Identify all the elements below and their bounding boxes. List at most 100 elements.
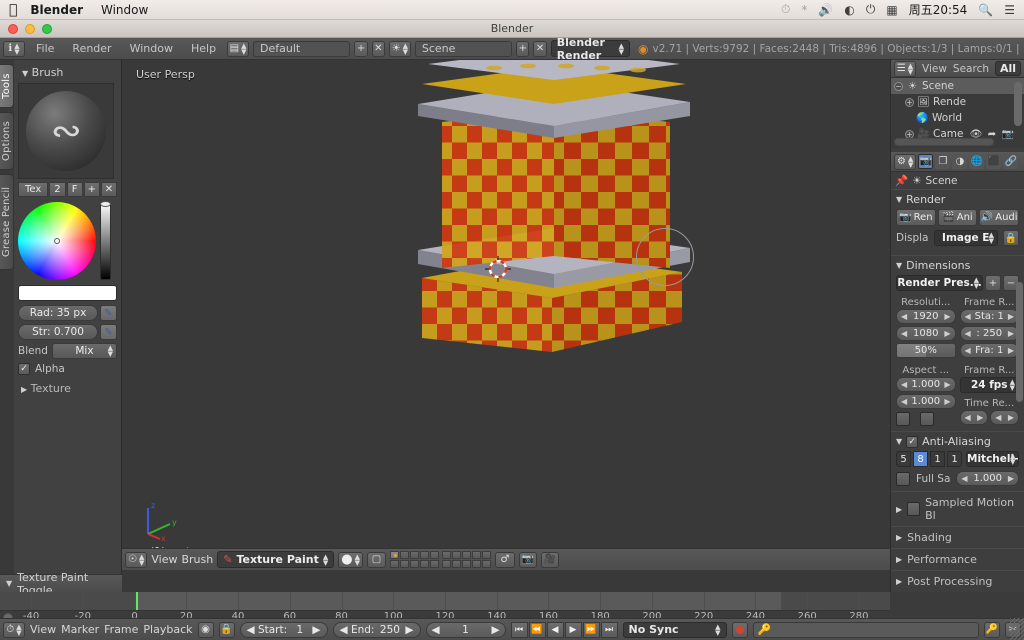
layer-cell[interactable] <box>390 560 400 568</box>
brush-name-button[interactable]: Tex <box>18 182 49 197</box>
shading-section[interactable]: ▶ Shading <box>891 526 1024 548</box>
layer-cell[interactable] <box>472 560 482 568</box>
camera-restrict-icon[interactable]: 📷 <box>1001 128 1014 140</box>
screen-layout-icon[interactable]: ▤ ▲ ▼ <box>227 40 250 57</box>
outliner-hscrollbar[interactable] <box>894 138 994 146</box>
frame-start-field[interactable]: ◀ Sta: 1 ▶ <box>959 309 1019 324</box>
antialiasing-checkbox[interactable]: ✓ <box>906 435 919 448</box>
border-checkbox[interactable] <box>896 412 910 426</box>
layer-cell[interactable] <box>442 560 452 568</box>
layer-cell[interactable] <box>472 551 482 559</box>
screen-layout-field[interactable]: Default <box>253 40 351 57</box>
mode-selector[interactable]: ✎ Texture Paint ▲ ▼ <box>217 551 335 568</box>
outliner-tree[interactable]: − ☀ Scene + 🖼 Rende 🌎 World + 🎥 Came 👁 ➦… <box>891 78 1024 148</box>
layer-cell[interactable] <box>420 551 430 559</box>
brush-radius-slider[interactable]: Rad: 35 px <box>18 305 98 321</box>
menu-help[interactable]: Help <box>184 42 223 55</box>
outliner-row-scene[interactable]: − ☀ Scene <box>891 78 1024 94</box>
resolution-x-field[interactable]: ◀ 1920 ▶ <box>896 309 956 324</box>
viewport-menu-brush[interactable]: Brush <box>181 553 213 566</box>
timeline-menu-marker[interactable]: Marker <box>61 623 99 636</box>
antialiasing-section-header[interactable]: ▼ ✓ Anti-Aliasing <box>891 432 1024 451</box>
properties-tab-render-layers[interactable]: ❐ <box>935 154 951 169</box>
apple-icon[interactable]:  <box>9 3 17 17</box>
render-icon[interactable]: 📷 <box>519 551 538 568</box>
brush-users-button[interactable]: 2 <box>49 182 66 197</box>
layer-cell[interactable] <box>430 551 440 559</box>
render-engine-selector[interactable]: Blender Render ▲ ▼ <box>550 36 631 62</box>
scene-layers[interactable] <box>390 551 492 568</box>
scene-name-field[interactable]: Scene <box>414 40 513 57</box>
toolshelf-tab-tools[interactable]: Tools <box>0 64 14 108</box>
properties-scrollbar[interactable] <box>1016 282 1023 402</box>
strength-pressure-icon[interactable]: ✎ <box>100 324 117 340</box>
post-processing-section[interactable]: ▶ Post Processing <box>891 570 1024 592</box>
frame-start-field[interactable]: ◀ Start: 1 ▶ <box>239 621 328 638</box>
brush-strength-slider[interactable]: Str: 0.700 <box>18 324 98 340</box>
render-preset-dropdown[interactable]: Render Pres... ▲ ▼ <box>896 275 983 291</box>
toolshelf-tab-options[interactable]: Options <box>0 112 14 170</box>
lock-icon[interactable]: 🔒 <box>1003 230 1019 246</box>
frame-step-field[interactable]: ◀ Fra: 1 ▶ <box>959 343 1019 358</box>
viewport-menu-view[interactable]: View <box>151 553 177 566</box>
layer-cell[interactable] <box>482 551 492 559</box>
layer-cell[interactable] <box>462 560 472 568</box>
layer-cell[interactable] <box>442 551 452 559</box>
full-sample-checkbox[interactable] <box>896 471 910 486</box>
play-reverse-icon[interactable]: ◀ <box>546 621 564 638</box>
layer-cell[interactable] <box>400 560 410 568</box>
brush-unlink-button[interactable]: ✕ <box>100 182 118 197</box>
outliner-menu-search[interactable]: Search <box>953 63 989 75</box>
menubar-item-window[interactable]: Window <box>101 3 148 17</box>
filter-size-field[interactable]: ◀ 1.000 ▶ <box>956 471 1019 486</box>
layer-cell[interactable] <box>482 560 492 568</box>
frame-end-field[interactable]: ◀ End: 250 ▶ <box>332 621 421 638</box>
aa-samples-5[interactable]: 5 <box>896 451 911 467</box>
resolution-percentage-field[interactable]: 50% <box>896 343 956 358</box>
color-swatch[interactable] <box>18 285 117 301</box>
layer-cell[interactable] <box>410 551 420 559</box>
framerate-dropdown[interactable]: 24 fps ▲ ▼ <box>959 377 1019 393</box>
time-remap-new-field[interactable]: ◀ ▶ <box>990 410 1019 425</box>
play-icon[interactable]: ▶ <box>564 621 582 638</box>
menu-render[interactable]: Render <box>65 42 118 55</box>
bluetooth-icon[interactable]: * <box>801 3 807 17</box>
expander-icon[interactable]: − <box>894 81 903 91</box>
scene-icon[interactable]: ☀ ▲ ▼ <box>388 40 411 57</box>
brush-panel-header[interactable]: ▼ Brush <box>18 64 117 83</box>
current-frame-field[interactable]: ◀ 1 ▶ <box>425 621 506 638</box>
close-button[interactable] <box>8 24 18 34</box>
properties-tab-constraints[interactable]: 🔗 <box>1003 154 1019 169</box>
render-animation-icon[interactable]: 🎥 <box>541 551 560 568</box>
delete-scene-button[interactable]: ✕ <box>533 40 547 57</box>
notification-center-icon[interactable]: ☰ <box>1004 3 1015 17</box>
dimensions-section-header[interactable]: ▼ Dimensions <box>891 256 1024 275</box>
render-audio-button[interactable]: 🔊 Audi <box>979 209 1020 226</box>
value-slider-knob[interactable] <box>100 201 111 207</box>
jump-start-icon[interactable]: ⏮ <box>510 621 528 638</box>
render-animation-button[interactable]: 🎬 Ani <box>937 209 978 226</box>
layer-cell[interactable] <box>420 560 430 568</box>
toolshelf-tab-grease-pencil[interactable]: Grease Pencil <box>0 174 14 270</box>
render-section-header[interactable]: ▼ Render <box>891 190 1024 209</box>
outliner-vscrollbar[interactable] <box>1014 82 1022 126</box>
timeline-track[interactable] <box>0 592 890 610</box>
color-wheel[interactable] <box>18 202 96 280</box>
next-keyframe-icon[interactable]: ⏩ <box>582 621 600 638</box>
layer-cell[interactable] <box>462 551 472 559</box>
layer-cell[interactable] <box>410 560 420 568</box>
crop-checkbox[interactable] <box>920 412 934 426</box>
menubar-app-name[interactable]: Blender <box>30 3 83 17</box>
outliner-row-world[interactable]: 🌎 World <box>891 110 1024 126</box>
zoom-button[interactable] <box>42 24 52 34</box>
value-slider[interactable] <box>100 201 111 280</box>
layer-cell[interactable] <box>400 551 410 559</box>
texture-paint-toggle-panel[interactable]: ▼ Texture Paint Toggle <box>0 571 122 597</box>
snap-magnet-icon[interactable]: ♂ <box>495 551 516 568</box>
shading-solid-icon[interactable]: ● ▲ ▼ <box>338 551 364 568</box>
wifi-icon[interactable]: ◐ <box>844 3 854 17</box>
brush-add-button[interactable]: + <box>83 182 100 197</box>
display-mode-dropdown[interactable]: Image E ▲ ▼ <box>933 230 998 246</box>
record-icon[interactable] <box>731 621 748 638</box>
add-screen-button[interactable]: + <box>354 40 368 57</box>
